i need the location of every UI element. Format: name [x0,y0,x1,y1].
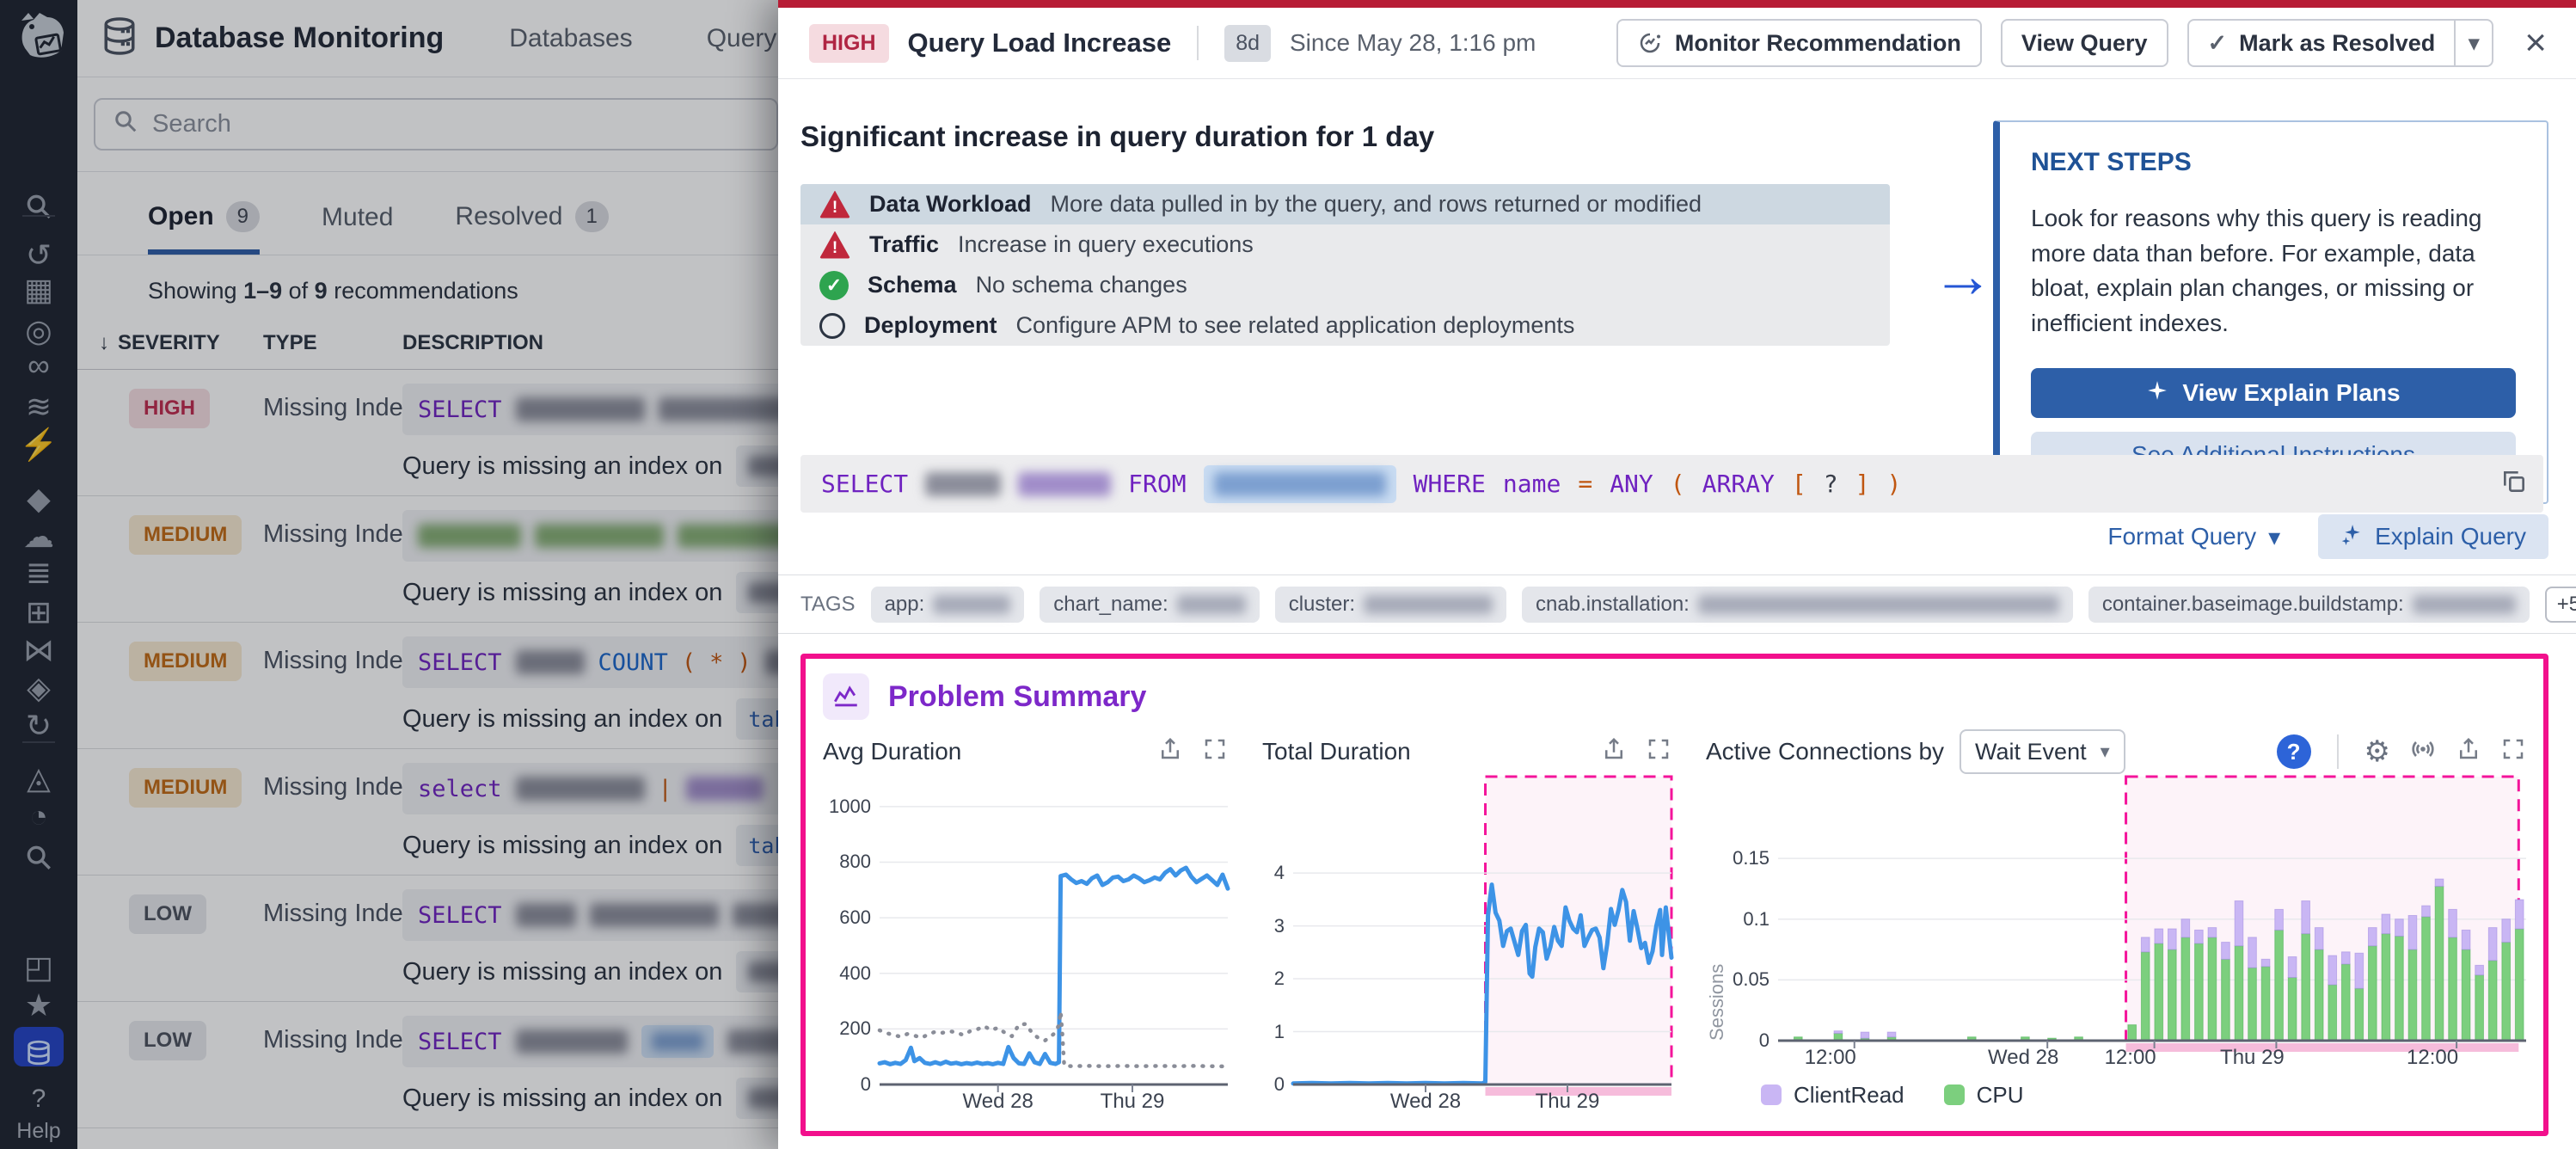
legend-item-cpu[interactable]: CPU [1944,1082,2024,1109]
panel-body: Significant increase in query duration f… [778,79,2576,1149]
export-icon[interactable] [1601,736,1627,768]
expand-icon[interactable] [2500,736,2526,768]
tags-row: TAGS app: chart_name: cluster: cnab.install… [778,574,2576,634]
age-badge: 8d [1224,25,1271,62]
next-steps-title: NEXT STEPS [2031,148,2516,177]
problem-summary-icon [823,673,869,720]
sql-token: ANY [1610,470,1653,498]
monitor-icon [1637,30,1663,56]
help-circle-icon[interactable]: ? [2277,734,2311,769]
warning-icon: ! [819,231,850,259]
tag-pill[interactable]: app: [871,587,1025,623]
tags-more-badge[interactable]: +59 [2545,587,2576,623]
query-actions-row: Format Query ▾ Explain Query [800,514,2548,559]
chart-title-total-duration: Total Duration [1262,738,1411,765]
warning-icon: ! [819,191,850,218]
format-query-link[interactable]: Format Query ▾ [2107,523,2280,551]
sql-token: ARRAY [1702,470,1775,498]
view-explain-plans-button[interactable]: View Explain Plans [2031,368,2516,418]
chevron-down-icon: ▾ [2268,523,2280,551]
sessions-axis-label: Sessions [1706,776,1728,1041]
sql-token: FROM [1128,470,1186,498]
sql-token: [ [1792,470,1806,498]
export-icon[interactable] [2456,736,2481,768]
checklist-item-traffic: !TrafficIncrease in query executions [800,224,1890,265]
checklist-item-data-workload: !Data WorkloadMore data pulled in by the… [800,184,1890,224]
next-steps-box: NEXT STEPS Look for reasons why this que… [1993,120,2548,504]
chart-title-active-connections: Active Connections by [1706,738,1944,765]
live-signal-icon[interactable] [2409,735,2437,769]
problem-summary-panel: Problem Summary Avg Duration 02004006008… [800,654,2548,1136]
redacted-text [1018,472,1111,496]
sql-token: ( [1671,470,1685,498]
divider [1197,26,1199,60]
legend-item-clientread[interactable]: ClientRead [1761,1082,1904,1109]
active-connections-plot[interactable] [1778,776,2526,1041]
checklist-item-schema: ✓SchemaNo schema changes [800,265,1890,305]
recommendation-detail-panel: HIGH Query Load Increase 8d Since May 28… [778,0,2576,1149]
chart-title-avg-duration: Avg Duration [823,738,961,765]
legend-swatch [1944,1084,1965,1105]
checklist-item-deployment: DeploymentConfigure APM to see related a… [800,305,1890,346]
query-code-block: SELECT FROM WHERE name = ANY ( ARRAY [?]) [800,455,2543,513]
monitor-recommendation-button[interactable]: Monitor Recommendation [1616,19,1982,67]
close-icon[interactable]: × [2524,24,2547,62]
avg-duration-plot[interactable] [880,776,1228,1084]
empty-circle-icon [819,313,845,339]
expand-icon[interactable] [1202,736,1228,768]
chart-legend: ClientRead CPU [1761,1075,2526,1115]
active-connections-chart: Active Connections by Wait Event ▾ ? ⚙ [1706,728,2526,1115]
tag-pill[interactable]: container.baseimage.buildstamp: [2088,587,2530,623]
since-timestamp: Since May 28, 1:16 pm [1290,29,1536,57]
panel-header: HIGH Query Load Increase 8d Since May 28… [778,8,2576,79]
next-steps-body: Look for reasons why this query is readi… [2031,201,2516,341]
sparkle-icon [2340,523,2363,551]
sql-token: = [1578,470,1592,498]
sql-token: ? [1824,470,1838,498]
redacted-text [925,472,1001,496]
check-circle-icon: ✓ [819,271,849,300]
tags-label: TAGS [800,593,856,617]
severity-badge: HIGH [809,24,889,63]
export-icon[interactable] [1157,736,1183,768]
sql-token: ] [1855,470,1870,498]
avg-duration-chart: Avg Duration 02004006008001000 Wed 28Thu… [823,728,1228,1115]
wait-event-dropdown[interactable]: Wait Event ▾ [1960,729,2125,774]
next-steps-arrow-icon: → [1932,241,1994,311]
sql-token: WHERE [1414,470,1486,498]
total-duration-chart: Total Duration 01234 Wed 28Thu 29 [1262,728,1671,1115]
gear-icon[interactable]: ⚙ [2364,737,2390,766]
expand-icon[interactable] [1646,736,1671,768]
panel-title: Query Load Increase [908,28,1172,58]
tag-pill[interactable]: chart_name: [1040,587,1259,623]
divider [2337,734,2339,769]
resolve-dropdown-caret[interactable]: ▾ [2454,21,2492,65]
dim-overlay [0,0,778,1149]
sql-token: name [1503,470,1561,498]
sql-token: SELECT [821,470,908,498]
severity-top-bar [778,0,2576,8]
chevron-down-icon: ▾ [2101,740,2110,763]
redacted-highlighted-text [1204,465,1396,503]
check-icon: ✓ [2208,30,2228,57]
problem-summary-title: Problem Summary [888,680,1146,714]
copy-icon[interactable] [2500,468,2528,501]
screen: ↺▦◎∞≋⚡◆☁≣⊞⋈◈↻◬◔◰★ ? Help Database Monito… [0,0,2576,1149]
explain-query-button[interactable]: Explain Query [2318,514,2548,559]
mark-resolved-button[interactable]: ✓ Mark as Resolved ▾ [2187,19,2494,67]
signal-checklist: !Data WorkloadMore data pulled in by the… [800,184,1890,346]
tag-pill[interactable]: cnab.installation: [1522,587,2073,623]
tag-pill[interactable]: cluster: [1275,587,1506,623]
total-duration-plot[interactable] [1293,776,1671,1084]
wand-icon [2146,379,2168,408]
sql-token: ) [1887,470,1902,498]
view-query-button[interactable]: View Query [2001,19,2168,67]
legend-swatch [1761,1084,1782,1105]
